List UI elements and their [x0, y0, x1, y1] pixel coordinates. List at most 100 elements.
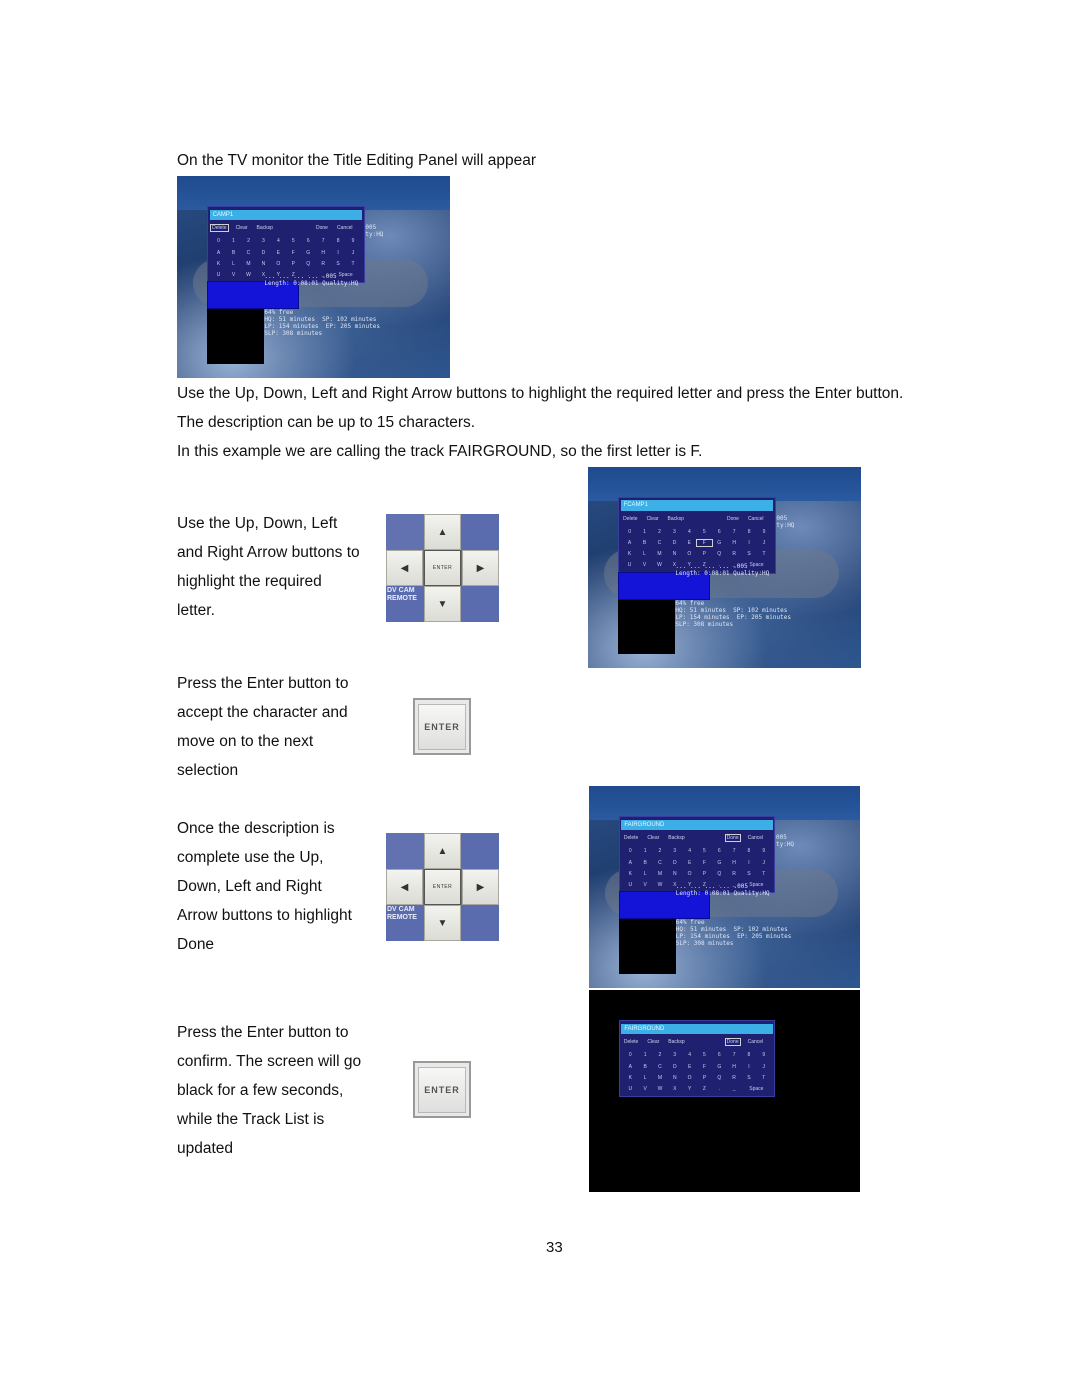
- key-char[interactable]: K: [623, 871, 638, 877]
- key-char[interactable]: Q: [301, 261, 316, 267]
- key-char[interactable]: 2: [653, 1052, 668, 1058]
- key-char[interactable]: 8: [331, 238, 346, 244]
- key-char[interactable]: N: [667, 871, 682, 877]
- key-char[interactable]: 9: [346, 238, 361, 244]
- panel-delete-button[interactable]: Delete: [210, 224, 229, 233]
- key-char[interactable]: P: [286, 261, 301, 267]
- key-char[interactable]: D: [667, 1064, 682, 1070]
- key-char[interactable]: W: [653, 1086, 668, 1092]
- key-char[interactable]: 0: [211, 238, 226, 244]
- key-char[interactable]: H: [727, 540, 742, 546]
- key-char[interactable]: 9: [757, 529, 772, 535]
- key-char[interactable]: 6: [712, 529, 727, 535]
- key-char[interactable]: K: [211, 261, 226, 267]
- key-char[interactable]: O: [682, 871, 697, 877]
- key-char[interactable]: D: [256, 250, 271, 256]
- key-char[interactable]: T: [757, 551, 772, 557]
- key-char[interactable]: B: [637, 540, 652, 546]
- panel-cancel-button[interactable]: Cancel: [747, 516, 765, 522]
- key-char[interactable]: Q: [712, 871, 727, 877]
- panel-backsp-button[interactable]: Backsp: [667, 1039, 685, 1045]
- key-char[interactable]: M: [653, 1075, 668, 1081]
- key-char[interactable]: F: [695, 539, 713, 548]
- key-char[interactable]: K: [622, 551, 637, 557]
- key-char[interactable]: 0: [622, 529, 637, 535]
- key-char[interactable]: L: [638, 871, 653, 877]
- key-char[interactable]: P: [697, 551, 712, 557]
- key-char[interactable]: 7: [316, 238, 331, 244]
- key-char[interactable]: O: [271, 261, 286, 267]
- key-char[interactable]: U: [623, 882, 638, 888]
- key-char[interactable]: H: [727, 1064, 742, 1070]
- key-char[interactable]: J: [346, 250, 361, 256]
- key-char[interactable]: A: [623, 1064, 638, 1070]
- key-char[interactable]: 1: [637, 529, 652, 535]
- key-char[interactable]: 7: [727, 529, 742, 535]
- key-char[interactable]: 1: [226, 238, 241, 244]
- key-char[interactable]: S: [742, 871, 757, 877]
- key-char[interactable]: 5: [286, 238, 301, 244]
- key-char[interactable]: C: [652, 540, 667, 546]
- key-char[interactable]: V: [637, 562, 652, 568]
- key-char[interactable]: O: [682, 1075, 697, 1081]
- key-char[interactable]: G: [301, 250, 316, 256]
- panel-done-button[interactable]: Done: [726, 516, 740, 522]
- key-char[interactable]: S: [742, 1075, 757, 1081]
- key-char[interactable]: 9: [756, 848, 771, 854]
- key-char[interactable]: _: [727, 1086, 742, 1092]
- key-char[interactable]: W: [653, 882, 668, 888]
- key-char[interactable]: V: [638, 882, 653, 888]
- key-char[interactable]: 2: [241, 238, 256, 244]
- key-char[interactable]: U: [623, 1086, 638, 1092]
- key-char[interactable]: K: [623, 1075, 638, 1081]
- key-char[interactable]: U: [622, 562, 637, 568]
- key-char[interactable]: G: [712, 540, 727, 546]
- key-char[interactable]: L: [638, 1075, 653, 1081]
- key-char[interactable]: 6: [712, 848, 727, 854]
- key-char[interactable]: D: [667, 860, 682, 866]
- key-char[interactable]: 5: [697, 1052, 712, 1058]
- panel-clear-button[interactable]: Clear: [646, 516, 660, 522]
- key-char[interactable]: H: [727, 860, 742, 866]
- key-char[interactable]: 4: [271, 238, 286, 244]
- key-char[interactable]: Z: [697, 1086, 712, 1092]
- key-char[interactable]: I: [742, 540, 757, 546]
- panel-done-button[interactable]: Done: [724, 1038, 741, 1047]
- panel-done-button[interactable]: Done: [724, 834, 741, 843]
- key-char[interactable]: X: [667, 1086, 682, 1092]
- key-char[interactable]: F: [697, 1064, 712, 1070]
- key-char[interactable]: J: [756, 1064, 771, 1070]
- key-char[interactable]: Q: [712, 551, 727, 557]
- key-char[interactable]: 4: [682, 529, 697, 535]
- key-char[interactable]: E: [682, 1064, 697, 1070]
- key-char[interactable]: 3: [256, 238, 271, 244]
- panel-delete-button[interactable]: Delete: [623, 835, 639, 841]
- key-char[interactable]: O: [682, 551, 697, 557]
- key-char[interactable]: T: [756, 1075, 771, 1081]
- key-char[interactable]: I: [742, 860, 757, 866]
- key-char[interactable]: B: [638, 1064, 653, 1070]
- key-space[interactable]: Space: [742, 1086, 772, 1092]
- key-char[interactable]: T: [756, 871, 771, 877]
- key-char[interactable]: J: [757, 540, 772, 546]
- key-char[interactable]: W: [652, 562, 667, 568]
- key-char[interactable]: 1: [638, 848, 653, 854]
- key-char[interactable]: N: [667, 1075, 682, 1081]
- key-char[interactable]: Q: [712, 1075, 727, 1081]
- key-char[interactable]: B: [226, 250, 241, 256]
- key-char[interactable]: 8: [742, 529, 757, 535]
- key-char[interactable]: H: [316, 250, 331, 256]
- panel-delete-button[interactable]: Delete: [622, 516, 638, 522]
- key-char[interactable]: M: [241, 261, 256, 267]
- key-char[interactable]: R: [727, 551, 742, 557]
- key-char[interactable]: 3: [667, 529, 682, 535]
- panel-clear-button[interactable]: Clear: [646, 1039, 660, 1045]
- key-char[interactable]: 4: [682, 1052, 697, 1058]
- panel-clear-button[interactable]: Clear: [646, 835, 660, 841]
- key-char[interactable]: E: [271, 250, 286, 256]
- key-char[interactable]: 2: [653, 848, 668, 854]
- key-char[interactable]: 6: [301, 238, 316, 244]
- key-char[interactable]: 0: [623, 848, 638, 854]
- key-char[interactable]: M: [653, 871, 668, 877]
- panel-cancel-button[interactable]: Cancel: [747, 835, 765, 841]
